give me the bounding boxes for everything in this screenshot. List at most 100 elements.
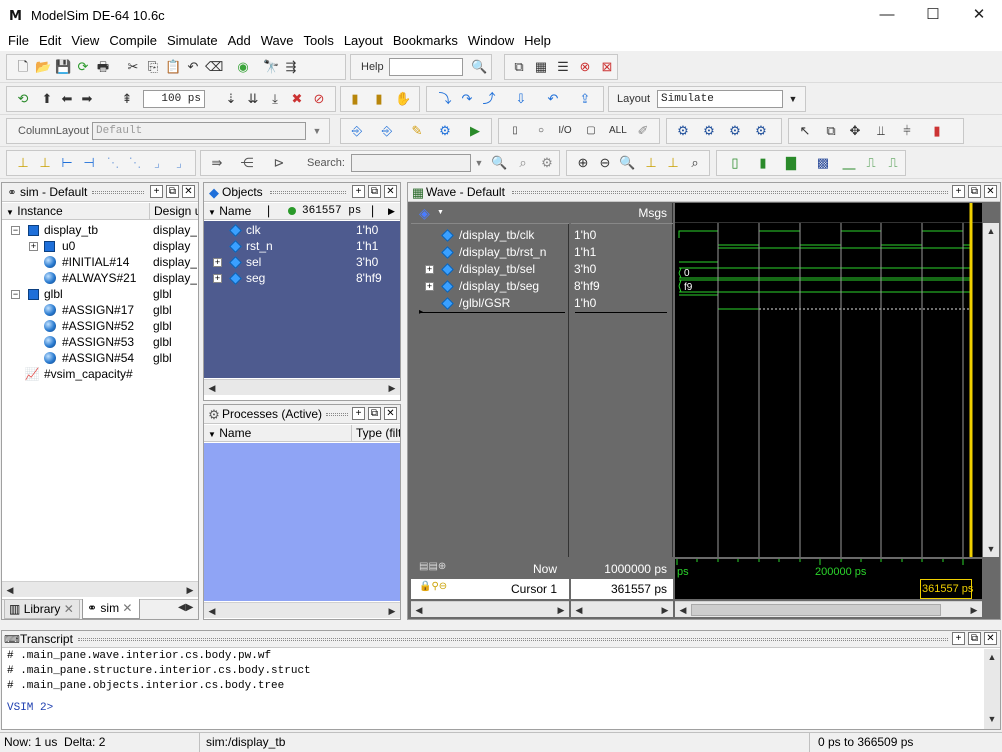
scroll-left-icon[interactable]: ◀ (204, 380, 220, 396)
zoom-last-icon[interactable]: ⌕ (687, 155, 703, 171)
tree-icon[interactable]: ⊳ (271, 155, 287, 171)
reverse-out-icon[interactable]: ⇪ (577, 91, 593, 107)
traffic-light-icon[interactable]: ▮ (929, 123, 945, 139)
transcript-body[interactable]: # .main_pane.wave.interior.cs.body.pw.wf… (7, 650, 982, 728)
objects-panel-undock-button[interactable]: ⧉ (368, 185, 381, 198)
hand-icon[interactable]: ✋ (395, 91, 411, 107)
expand-toggle[interactable]: + (425, 282, 434, 291)
filter-all-icon[interactable]: ALL (609, 123, 627, 139)
zoom-full-icon[interactable]: 🔍 (619, 155, 635, 171)
tab-close-icon[interactable]: ✕ (64, 602, 74, 616)
minimize-button[interactable]: — (864, 0, 910, 31)
layout-select[interactable]: Simulate (657, 90, 783, 108)
scroll-up-icon[interactable]: ▲ (984, 649, 1000, 665)
zoom-mode-icon[interactable]: ⧉ (823, 123, 839, 139)
wave-event-icon[interactable]: ▇ (783, 155, 799, 171)
processes-panel-add-button[interactable]: + (352, 407, 365, 420)
objects-panel-add-button[interactable]: + (352, 185, 365, 198)
tree-row-assign17[interactable]: #ASSIGN#17 glbl (2, 302, 198, 318)
chase-4-icon[interactable]: ⌟ (171, 155, 187, 171)
gear-4-icon[interactable]: ⚙ (753, 123, 769, 139)
filter-inout-icon[interactable]: ▢ (583, 123, 599, 139)
select-mode-icon[interactable]: ↖ (797, 123, 813, 139)
memory-profile-icon[interactable]: ▮ (371, 91, 387, 107)
reverse-over-icon[interactable]: ↶ (545, 91, 561, 107)
menu-layout[interactable]: Layout (339, 31, 388, 51)
copy-icon[interactable]: ⎘ (145, 59, 161, 75)
tree-row-always21[interactable]: #ALWAYS#21 display_t (2, 270, 198, 286)
clear-icon[interactable]: ⌫ (205, 59, 223, 75)
wave-add-dropdown-icon[interactable]: ▼ (437, 209, 444, 216)
forward-arrow-icon[interactable]: ➡ (79, 91, 95, 107)
now-icons[interactable]: ▤▤⊕ (419, 561, 446, 572)
collapse-toggle[interactable]: − (11, 226, 20, 235)
process-name-column-header[interactable]: ▼ Name (204, 425, 352, 442)
compile-all-icon[interactable]: ⎆ (379, 123, 395, 139)
wave-panel-close-button[interactable]: ✕ (984, 185, 997, 198)
settings-gear-icon[interactable]: ⚙ (675, 123, 691, 139)
menu-edit[interactable]: Edit (34, 31, 66, 51)
objects-panel-grip[interactable] (270, 191, 346, 194)
tree-row-initial14[interactable]: #INITIAL#14 display_t (2, 254, 198, 270)
wave-signal-seg[interactable]: + /display_tb/seg (411, 278, 569, 294)
close-window-button[interactable]: ✕ (956, 0, 1002, 31)
compile-options-icon[interactable]: ⚙ (437, 123, 453, 139)
maximize-button[interactable]: ☐ (910, 0, 956, 31)
instance-column-header[interactable]: ▼ Instance (2, 203, 150, 220)
search-dropdown-icon[interactable]: ▼ (471, 154, 487, 172)
waveform-scroll-thumb[interactable] (691, 604, 941, 616)
filter-edit-icon[interactable]: ✐ (635, 123, 651, 139)
scroll-right-icon[interactable]: ▶ (966, 602, 982, 618)
step-back-icon[interactable]: ⇩ (513, 91, 529, 107)
menu-help[interactable]: Help (519, 31, 556, 51)
scroll-left-icon[interactable]: ◀ (411, 602, 427, 618)
scroll-left-icon[interactable]: ◀ (571, 602, 587, 618)
wave-step-icon[interactable]: ⎍ (863, 155, 879, 171)
search-find-icon[interactable]: 🔍 (491, 155, 507, 171)
wave-signal-clk[interactable]: /display_tb/clk (411, 227, 569, 243)
scroll-right-icon[interactable]: ▶ (384, 603, 400, 619)
back-arrow-icon[interactable]: ⬅ (59, 91, 75, 107)
processes-panel-close-button[interactable]: ✕ (384, 407, 397, 420)
break-icon[interactable]: ✖ (289, 91, 305, 107)
clear-breakpoints-icon[interactable]: ⊠ (599, 59, 615, 75)
chase-icon[interactable]: ⋱ (105, 155, 121, 171)
menu-file[interactable]: File (3, 31, 34, 51)
step-into-icon[interactable]: ⤵ (437, 91, 453, 107)
wave-vscroll[interactable]: ▲ ▼ (983, 223, 999, 557)
breakpoint-icon[interactable]: ⊗ (577, 59, 593, 75)
list-icon[interactable]: ☰ (555, 59, 571, 75)
chase-2-icon[interactable]: ⋱ (127, 155, 143, 171)
object-row-seg[interactable]: + seg 8'hf9 (204, 270, 400, 286)
run-all-icon[interactable]: ⤓ (267, 91, 283, 107)
step-out-icon[interactable]: ⤴ (481, 91, 497, 107)
menu-compile[interactable]: Compile (104, 31, 162, 51)
wave-signal-gsr[interactable]: /glbl/GSR (411, 295, 569, 311)
menu-bookmarks[interactable]: Bookmarks (388, 31, 463, 51)
scroll-right-icon[interactable]: ▶ (182, 582, 198, 598)
object-row-clk[interactable]: clk 1'h0 (204, 222, 400, 238)
trace-2-icon[interactable]: ⊥ (37, 155, 53, 171)
column-scroll-right-icon[interactable]: ▶ (388, 203, 395, 219)
wave-literal-icon[interactable]: ▯ (727, 155, 743, 171)
cut-icon[interactable]: ✂ (125, 59, 141, 75)
object-row-rst-n[interactable]: rst_n 1'h1 (204, 238, 400, 254)
column-layout-dropdown-icon[interactable]: ▼ (309, 122, 325, 140)
transcript-undock-button[interactable]: ⧉ (968, 632, 981, 645)
scroll-right-icon[interactable]: ▶ (657, 602, 673, 618)
waveform-pane[interactable]: 0 f9 (675, 203, 982, 557)
paste-icon[interactable]: 📋 (165, 59, 181, 75)
wave-pulse-icon[interactable]: ⎍ (885, 155, 901, 171)
compile-icon[interactable]: ⎆ (349, 123, 365, 139)
scroll-left-icon[interactable]: ◀ (675, 602, 691, 618)
object-row-sel[interactable]: + sel 3'h0 (204, 254, 400, 270)
sim-panel-grip[interactable] (92, 191, 144, 194)
delete-cursor-icon[interactable]: ⫩ (899, 123, 915, 139)
transcript-add-button[interactable]: + (952, 632, 965, 645)
expand-toggle[interactable]: + (29, 242, 38, 251)
tree-row-assign52[interactable]: #ASSIGN#52 glbl (2, 318, 198, 334)
sim-panel-close-button[interactable]: ✕ (182, 185, 195, 198)
cursor-readout-box[interactable]: 361557 ps (920, 579, 973, 599)
tree-row-display-tb[interactable]: − display_tb display_t (2, 222, 198, 238)
help-search-icon[interactable]: 🔍 (471, 59, 487, 75)
